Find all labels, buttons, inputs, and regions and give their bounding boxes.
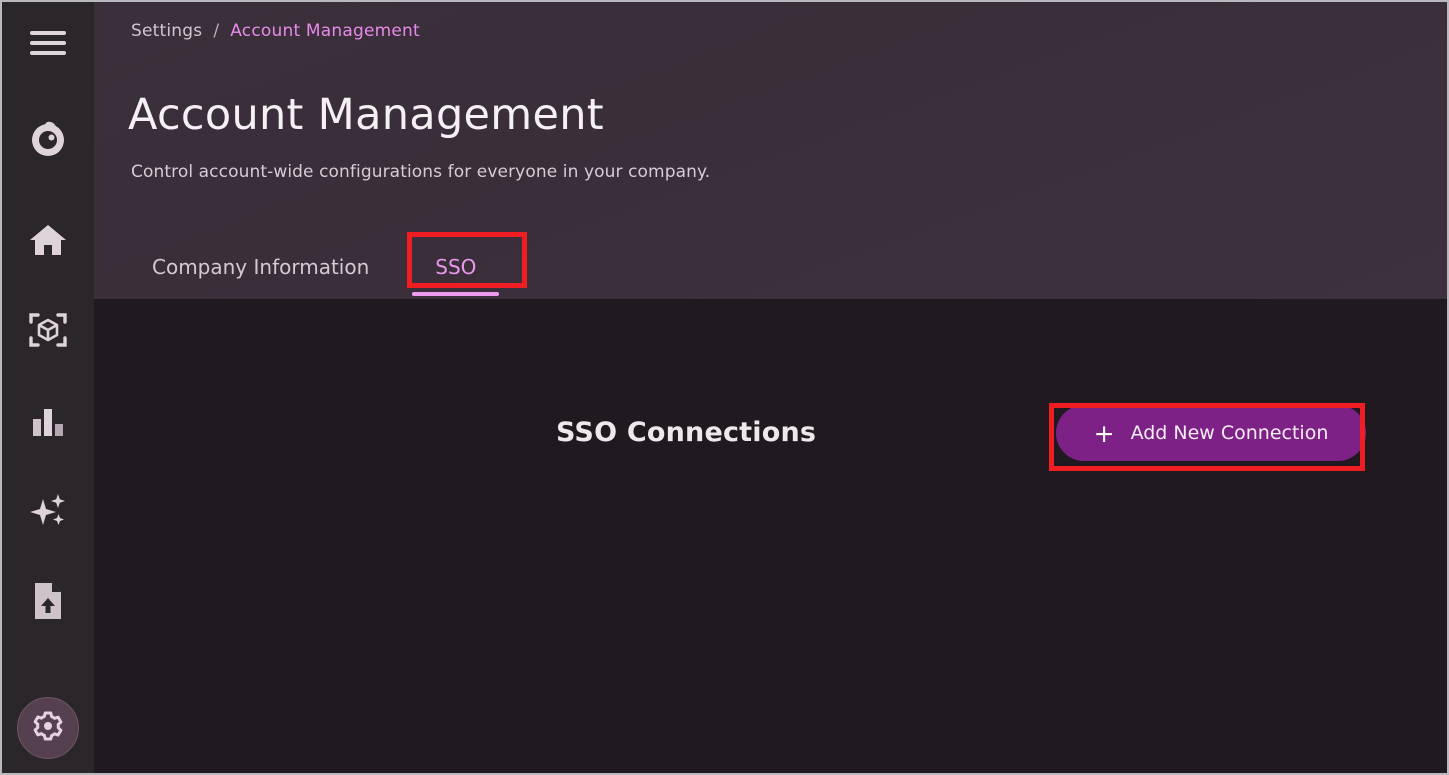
left-nav-rail [2, 2, 94, 773]
page-header: Settings / Account Management Account Ma… [94, 2, 1447, 299]
main-panel: SSO Connections + Add New Connection [94, 299, 1447, 773]
home-icon[interactable] [2, 195, 94, 285]
breadcrumb-separator: / [213, 21, 219, 41]
breadcrumb: Settings / Account Management [131, 21, 420, 41]
add-new-connection-label: Add New Connection [1131, 422, 1329, 444]
tab-sso[interactable]: SSO [402, 243, 509, 299]
file-upload-icon[interactable] [2, 556, 94, 646]
sparkles-icon[interactable] [2, 466, 94, 556]
breadcrumb-settings[interactable]: Settings [131, 21, 202, 41]
sidebar-item-settings[interactable] [2, 683, 94, 773]
page-title: Account Management [128, 90, 604, 140]
bar-chart-icon[interactable] [2, 375, 94, 465]
settings-active-highlight [17, 697, 79, 759]
brand-logo-icon[interactable] [2, 85, 94, 195]
breadcrumb-account-management[interactable]: Account Management [230, 21, 420, 41]
menu-icon[interactable] [2, 2, 94, 85]
tab-bar: Company Information SSO [119, 243, 509, 299]
app-window: Settings / Account Management Account Ma… [0, 0, 1449, 775]
sso-connections-heading: SSO Connections [556, 417, 816, 448]
3d-model-icon[interactable] [2, 285, 94, 375]
page-subtitle: Control account-wide configurations for … [131, 162, 710, 182]
content-area: Settings / Account Management Account Ma… [94, 2, 1447, 773]
tab-company-information[interactable]: Company Information [119, 243, 402, 299]
plus-icon: + [1094, 421, 1115, 446]
add-new-connection-button[interactable]: + Add New Connection [1056, 405, 1366, 461]
